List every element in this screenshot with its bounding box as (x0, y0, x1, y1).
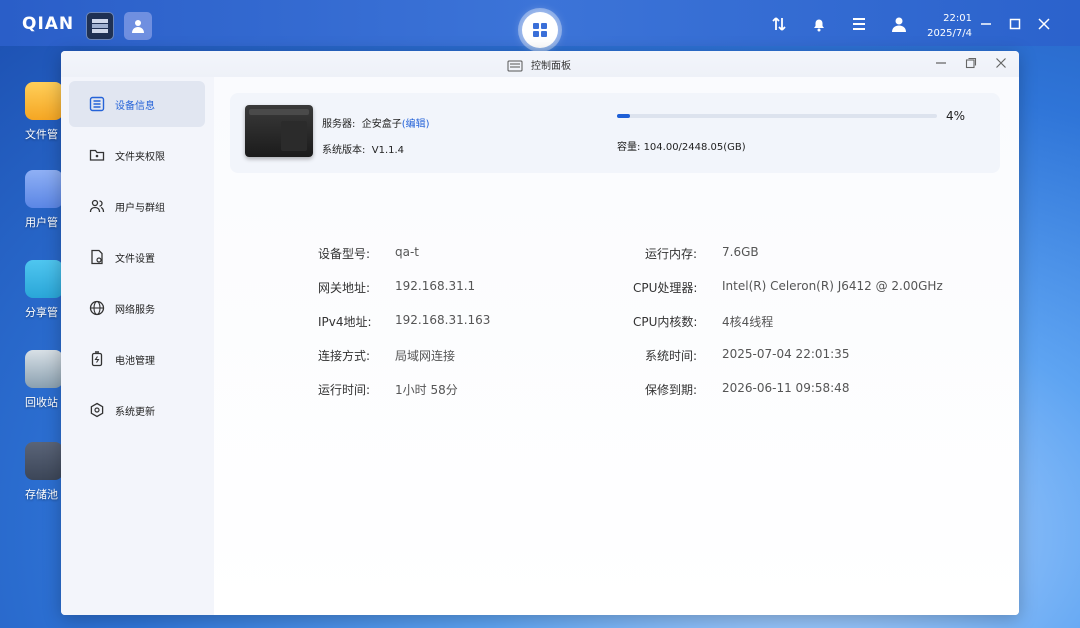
system-version-row: 系统版本: V1.1.4 (322, 141, 404, 156)
account-icon[interactable] (890, 15, 908, 33)
detail-value: 2025-07-04 22:01:35 (722, 347, 850, 361)
brand-logo: QIAN (22, 14, 75, 34)
detail-label: 系统时间: (645, 349, 698, 363)
sidebar-item-system-update[interactable]: 系统更新 (69, 387, 205, 433)
taskbar: QIAN 22:01 2025/7/4 (0, 0, 1080, 48)
sidebar-item-label: 系统更新 (115, 406, 155, 418)
detail-value: 局域网连接 (395, 349, 456, 363)
sidebar-item-label: 文件设置 (115, 253, 155, 265)
nas-device-image (245, 105, 313, 157)
globe-icon (89, 300, 105, 316)
system-version-label: 系统版本: (322, 145, 366, 156)
detail-value: 192.168.31.1 (395, 279, 476, 293)
detail-label: CPU内核数: (633, 315, 698, 329)
window-close-icon[interactable] (993, 55, 1009, 71)
window-minimize-icon[interactable] (933, 55, 949, 71)
capacity-label: 容量: (617, 142, 641, 153)
edit-server-name-link[interactable]: (编辑) (402, 119, 430, 130)
grid-icon (533, 23, 547, 37)
sidebar-item-file-settings[interactable]: 文件设置 (69, 234, 205, 280)
detail-value: 4核4线程 (722, 315, 774, 329)
sidebar-item-users-groups[interactable]: 用户与群组 (69, 183, 205, 229)
sidebar-item-label: 电池管理 (115, 355, 155, 367)
recycle-bin-icon (25, 350, 63, 388)
detail-value: qa-t (395, 245, 420, 259)
sidebar-item-label: 网络服务 (115, 304, 155, 316)
server-summary-card: 服务器: 企安盒子(编辑) 系统版本: V1.1.4 4% 容量: 104.00… (230, 93, 1000, 173)
capacity-row: 容量: 104.00/2448.05(GB) (617, 138, 746, 153)
app-launcher-button[interactable] (522, 12, 558, 48)
detail-label: 保修到期: (645, 383, 698, 397)
maximize-icon[interactable] (1007, 16, 1023, 32)
server-name-row: 服务器: 企安盒子(编辑) (322, 115, 430, 130)
sidebar-item-device-info[interactable]: 设备信息 (69, 81, 205, 127)
sidebar-item-folder-permissions[interactable]: 文件夹权限 (69, 132, 205, 178)
bell-icon[interactable] (810, 15, 828, 33)
task-list-icon[interactable] (850, 15, 868, 33)
detail-label: 网关地址: (318, 281, 371, 295)
folder-lock-icon (89, 149, 105, 161)
update-icon (90, 402, 104, 418)
folder-icon (25, 82, 63, 120)
server-name-value: 企安盒子 (361, 119, 402, 130)
sidebar-item-label: 设备信息 (115, 100, 155, 112)
detail-value: 2026-06-11 09:58:48 (722, 381, 850, 395)
device-info-icon (89, 96, 105, 112)
sidebar-item-label: 文件夹权限 (115, 151, 165, 163)
detail-value: 192.168.31.163 (395, 313, 491, 327)
storage-icon (25, 442, 63, 480)
users-icon (89, 199, 105, 213)
paper-plane-icon (25, 260, 63, 298)
settings-sidebar: 设备信息 文件夹权限 用户与群组 文件设置 网络服务 电池管理 系统更新 (61, 77, 214, 615)
transfer-icon[interactable] (770, 15, 788, 33)
device-info-panel: 服务器: 企安盒子(编辑) 系统版本: V1.1.4 4% 容量: 104.00… (214, 77, 1019, 615)
system-clock: 22:01 2025/7/4 (924, 11, 972, 41)
capacity-value: 104.00/2448.05(GB) (643, 142, 746, 153)
detail-value: Intel(R) Celeron(R) J6412 @ 2.00GHz (722, 279, 943, 293)
user-icon (25, 170, 63, 208)
detail-label: 设备型号: (318, 247, 371, 261)
sidebar-item-network-services[interactable]: 网络服务 (69, 285, 205, 331)
clock-date: 2025/7/4 (927, 28, 972, 39)
detail-label: 运行时间: (318, 383, 371, 397)
sidebar-item-battery-management[interactable]: 电池管理 (69, 336, 205, 382)
battery-icon (91, 351, 103, 367)
detail-value: 1小时 58分 (395, 383, 458, 397)
user-app-icon[interactable] (124, 12, 152, 40)
control-panel-icon (507, 57, 523, 76)
detail-label: 连接方式: (318, 349, 371, 363)
server-app-icon[interactable] (86, 12, 114, 40)
window-title: 控制面板 (531, 61, 571, 72)
close-icon[interactable] (1036, 16, 1052, 32)
window-restore-icon[interactable] (963, 55, 979, 71)
minimize-icon[interactable] (978, 16, 994, 32)
file-settings-icon (91, 249, 103, 265)
system-version-value: V1.1.4 (371, 145, 405, 156)
storage-usage-fill (617, 114, 630, 118)
detail-label: 运行内存: (645, 247, 698, 261)
detail-label: CPU处理器: (633, 281, 698, 295)
sidebar-item-label: 用户与群组 (115, 202, 165, 214)
server-name-label: 服务器: (322, 119, 356, 130)
storage-usage-percent: 4% (946, 109, 966, 123)
clock-time: 22:01 (943, 13, 972, 24)
control-panel-window: 控制面板 设备信息 文件夹权限 用户与群组 文件设置 网络服务 电池管理 系统更… (61, 51, 1019, 615)
detail-label: IPv4地址: (318, 315, 372, 329)
detail-value: 7.6GB (722, 245, 759, 259)
storage-usage-bar (617, 114, 937, 118)
window-titlebar[interactable]: 控制面板 (61, 51, 1019, 77)
